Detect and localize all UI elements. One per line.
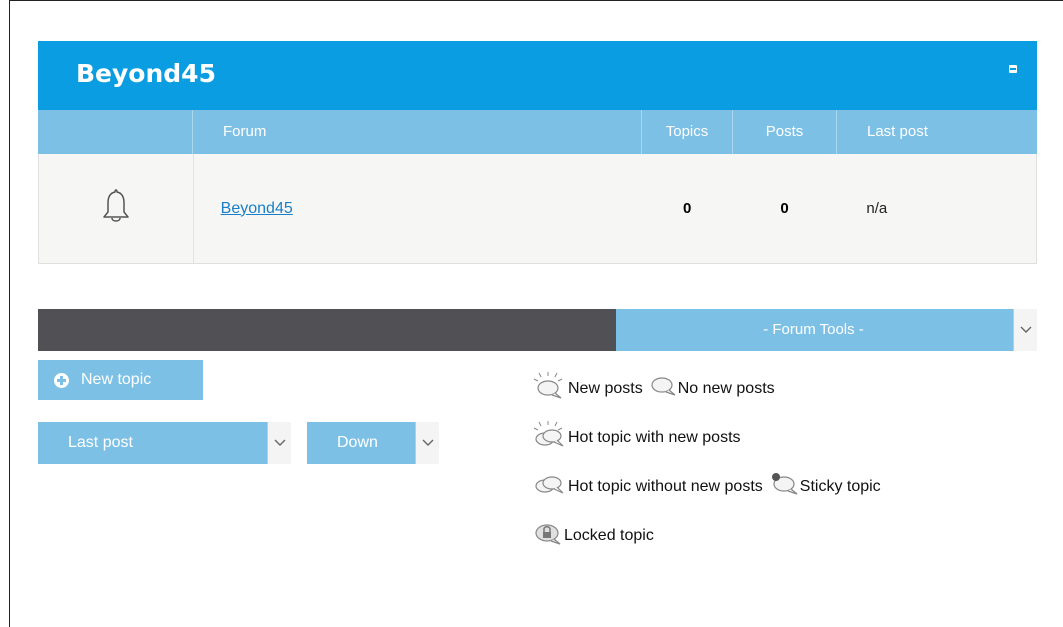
legend-item: New posts: [533, 372, 643, 405]
legend-item: No new posts: [649, 372, 775, 405]
forum-row: Beyond45 0 0 n/a: [38, 154, 1037, 264]
forum-category: Beyond45 Forum Topics Posts Last post Be…: [38, 41, 1037, 264]
new-topic-label: New topic: [81, 371, 152, 388]
forum-row-last-post: n/a: [866, 200, 888, 217]
legend-line: Hot topic without new posts Sticky topic: [533, 462, 887, 511]
sticky-topic-icon: [769, 470, 800, 503]
column-last-post: Last post: [867, 123, 928, 140]
column-icon: [38, 110, 193, 154]
forum-tools-bar: - Forum Tools -: [38, 309, 1037, 351]
category-header: Beyond45: [38, 41, 1037, 110]
forum-tools-select[interactable]: - Forum Tools -: [616, 309, 1037, 351]
sort-order-value: Down: [337, 434, 378, 451]
column-posts: Posts: [733, 110, 837, 154]
legend-line: New posts No new posts: [533, 364, 887, 413]
new-topic-button[interactable]: New topic: [38, 360, 203, 400]
column-topics: Topics: [642, 110, 733, 154]
legend-sticky: Sticky topic: [799, 477, 881, 495]
sort-by-value: Last post: [68, 434, 133, 451]
column-forum: Forum: [193, 110, 642, 154]
legend-line: Hot topic with new posts: [533, 413, 887, 462]
forum-row-name-cell: Beyond45: [194, 154, 642, 263]
column-header-row: Forum Topics Posts Last post: [38, 110, 1037, 154]
plus-circle-icon: [54, 373, 69, 388]
locked-topic-icon: [533, 519, 564, 552]
chevron-down-icon[interactable]: [415, 422, 439, 464]
forum-link[interactable]: Beyond45: [221, 200, 293, 218]
forum-tools-label: - Forum Tools -: [763, 321, 864, 338]
legend-item: Hot topic without new posts: [533, 470, 763, 503]
legend-item: Locked topic: [533, 519, 654, 552]
forum-row-topics: 0: [683, 200, 692, 217]
legend-locked: Locked topic: [564, 526, 654, 544]
bell-icon: [101, 187, 131, 230]
hot-topic-no-new-posts-icon: [533, 470, 568, 503]
topic-icon-legend: New posts No new posts Hot topic with ne…: [533, 364, 887, 560]
legend-no-new-posts: No new posts: [677, 379, 775, 397]
hot-topic-new-posts-icon: [533, 421, 568, 454]
forum-row-posts: 0: [780, 200, 789, 217]
category-title: Beyond45: [76, 59, 216, 88]
legend-hot-new: Hot topic with new posts: [568, 428, 741, 446]
sort-order-select[interactable]: Down: [307, 422, 439, 464]
legend-item: Sticky topic: [769, 470, 881, 503]
legend-item: Hot topic with new posts: [533, 421, 741, 454]
collapse-button[interactable]: [1009, 65, 1017, 73]
forum-row-icon-cell: [39, 154, 194, 263]
legend-hot-no-new: Hot topic without new posts: [568, 477, 763, 495]
sort-by-select[interactable]: Last post: [38, 422, 291, 464]
no-new-posts-icon: [649, 372, 678, 405]
legend-line: Locked topic: [533, 511, 887, 560]
chevron-down-icon[interactable]: [267, 422, 291, 464]
legend-new-posts: New posts: [568, 379, 643, 397]
chevron-down-icon[interactable]: [1013, 309, 1037, 351]
new-posts-icon: [533, 372, 568, 405]
